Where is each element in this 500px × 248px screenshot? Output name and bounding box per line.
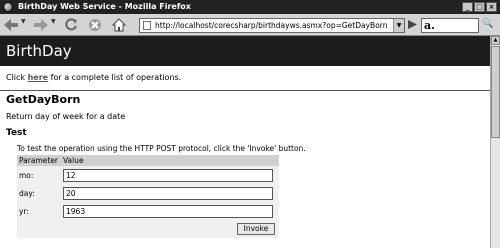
navigation-toolbar: ▼ ▼ http://localhost/corecsharp/birthday… bbox=[0, 14, 500, 36]
test-description: To test the operation using the HTTP POS… bbox=[17, 144, 306, 153]
operation-title: GetDayBorn bbox=[6, 93, 81, 106]
parameter-column-header: Parameter bbox=[17, 155, 61, 166]
scroll-thumb[interactable] bbox=[491, 46, 500, 138]
invoke-row: Invoke bbox=[17, 220, 279, 238]
window-title: BirthDay Web Service - Mozilla Firefox bbox=[18, 2, 191, 11]
page-viewport: BirthDay Click here for a complete list … bbox=[0, 36, 490, 248]
divider bbox=[0, 90, 490, 91]
empty-cell bbox=[17, 220, 61, 238]
operation-description: Return day of week for a date bbox=[6, 112, 126, 121]
intro-before: Click bbox=[6, 73, 26, 82]
reload-icon bbox=[65, 18, 77, 31]
vertical-scrollbar[interactable]: ▲ bbox=[490, 36, 500, 248]
invoke-button[interactable]: Invoke bbox=[237, 223, 275, 235]
home-button[interactable] bbox=[111, 17, 127, 33]
search-box[interactable]: a. bbox=[421, 18, 479, 33]
value-column-header: Value bbox=[61, 155, 279, 166]
close-button[interactable]: × bbox=[486, 2, 497, 12]
go-icon[interactable] bbox=[408, 20, 417, 29]
window-titlebar: BirthDay Web Service - Mozilla Firefox _… bbox=[0, 0, 500, 14]
invoke-cell: Invoke bbox=[61, 220, 279, 238]
table-row: yr: bbox=[17, 202, 279, 220]
intro-text: Click here for a complete list of operat… bbox=[6, 73, 490, 82]
page-heading: BirthDay bbox=[0, 36, 490, 66]
day-cell bbox=[61, 184, 279, 202]
table-row: mo: bbox=[17, 166, 279, 184]
search-icon[interactable]: 🔍 bbox=[482, 19, 493, 29]
test-heading: Test bbox=[6, 128, 27, 138]
forward-history-dropdown-icon[interactable]: ▼ bbox=[51, 18, 56, 25]
day-label: day: bbox=[17, 184, 61, 202]
page-icon bbox=[143, 21, 151, 30]
back-arrow-icon bbox=[4, 19, 18, 31]
yr-label: yr: bbox=[17, 202, 61, 220]
search-engine-icon[interactable]: a. bbox=[424, 19, 435, 32]
intro-after: for a complete list of operations. bbox=[50, 73, 182, 82]
url-text[interactable]: http://localhost/corecsharp/birthdayws.a… bbox=[155, 19, 388, 32]
stop-button[interactable] bbox=[87, 17, 103, 33]
mo-label: mo: bbox=[17, 166, 61, 184]
stop-icon bbox=[89, 19, 101, 31]
firefox-icon bbox=[3, 2, 13, 12]
forward-arrow-icon bbox=[34, 19, 48, 31]
home-icon bbox=[112, 18, 126, 32]
url-dropdown-icon[interactable]: ▼ bbox=[393, 19, 404, 32]
operations-list-link[interactable]: here bbox=[28, 73, 49, 82]
minimize-button[interactable]: _ bbox=[462, 2, 473, 12]
forward-button[interactable] bbox=[33, 17, 49, 33]
scroll-up-icon[interactable]: ▲ bbox=[491, 36, 500, 45]
yr-input[interactable] bbox=[63, 204, 273, 218]
back-history-dropdown-icon[interactable]: ▼ bbox=[21, 18, 26, 25]
parameters-table: Parameter Value mo: day: yr: Invoke bbox=[17, 155, 279, 238]
back-button[interactable] bbox=[3, 17, 19, 33]
table-row: day: bbox=[17, 184, 279, 202]
yr-cell bbox=[61, 202, 279, 220]
reload-button[interactable] bbox=[63, 17, 79, 33]
table-header-row: Parameter Value bbox=[17, 155, 279, 166]
address-bar[interactable]: http://localhost/corecsharp/birthdayws.a… bbox=[139, 18, 405, 33]
mo-cell bbox=[61, 166, 279, 184]
day-input[interactable] bbox=[63, 186, 273, 200]
maximize-button[interactable]: □ bbox=[474, 2, 485, 12]
mo-input[interactable] bbox=[63, 168, 273, 182]
